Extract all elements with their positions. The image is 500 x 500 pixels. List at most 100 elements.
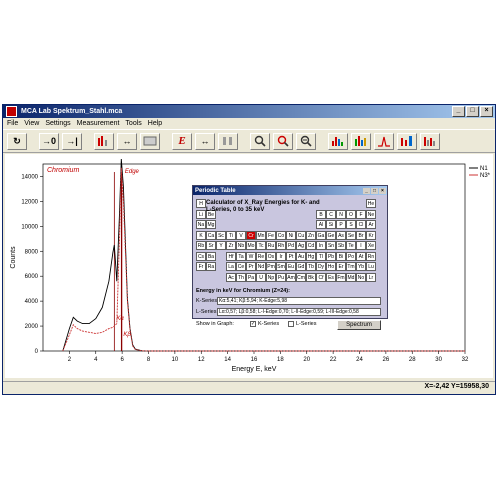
element-cf[interactable]: Cf bbox=[316, 272, 326, 282]
element-c[interactable]: C bbox=[326, 209, 336, 219]
element-sb[interactable]: Sb bbox=[336, 241, 346, 250]
k-series-checkbox[interactable]: ✓ bbox=[250, 321, 256, 327]
element-po[interactable]: Po bbox=[346, 251, 356, 261]
element-te[interactable]: Te bbox=[346, 241, 356, 250]
element-er[interactable]: Er bbox=[336, 262, 346, 271]
element-tb[interactable]: Tb bbox=[306, 262, 316, 271]
element-re[interactable]: Re bbox=[256, 251, 266, 261]
element-pu[interactable]: Pu bbox=[276, 272, 286, 282]
element-sm[interactable]: Sm bbox=[276, 262, 286, 271]
element-br[interactable]: Br bbox=[356, 230, 366, 240]
element-pr[interactable]: Pr bbox=[246, 262, 256, 271]
element-th[interactable]: Th bbox=[236, 272, 246, 282]
pt-minimize-button[interactable]: _ bbox=[363, 187, 370, 194]
element-ge[interactable]: Ge bbox=[326, 230, 336, 240]
zoom-in-icon[interactable] bbox=[273, 132, 293, 150]
element-h[interactable]: H bbox=[196, 199, 206, 208]
element-se[interactable]: Se bbox=[346, 230, 356, 240]
element-pa[interactable]: Pa bbox=[246, 272, 256, 282]
zoom-out-icon[interactable] bbox=[296, 132, 316, 150]
element-no[interactable]: No bbox=[356, 272, 366, 282]
element-f[interactable]: F bbox=[356, 209, 366, 219]
bar-chart-icon[interactable] bbox=[351, 132, 371, 150]
maximize-button[interactable]: □ bbox=[466, 106, 479, 117]
menu-file[interactable]: File bbox=[7, 120, 18, 127]
element-nb[interactable]: Nb bbox=[236, 241, 246, 250]
spectrum-stack-icon[interactable] bbox=[420, 132, 440, 150]
element-at[interactable]: At bbox=[356, 251, 366, 261]
element-ta[interactable]: Ta bbox=[236, 251, 246, 261]
element-i[interactable]: I bbox=[356, 241, 366, 250]
element-v[interactable]: V bbox=[236, 230, 246, 240]
element-si[interactable]: Si bbox=[326, 220, 336, 229]
element-yb[interactable]: Yb bbox=[356, 262, 366, 271]
menu-measurement[interactable]: Measurement bbox=[77, 120, 120, 127]
element-zr[interactable]: Zr bbox=[226, 241, 236, 250]
element-pd[interactable]: Pd bbox=[286, 241, 296, 250]
energy-button[interactable]: E bbox=[172, 132, 192, 150]
element-au[interactable]: Au bbox=[296, 251, 306, 261]
element-nd[interactable]: Nd bbox=[256, 262, 266, 271]
element-pb[interactable]: Pb bbox=[326, 251, 336, 261]
overlay-icon[interactable] bbox=[397, 132, 417, 150]
element-ho[interactable]: Ho bbox=[326, 262, 336, 271]
element-cr[interactable]: Cr bbox=[246, 230, 256, 240]
zero-button[interactable]: →0 bbox=[39, 132, 59, 150]
element-mg[interactable]: Mg bbox=[206, 220, 216, 229]
element-cm[interactable]: Cm bbox=[296, 272, 306, 282]
element-cs[interactable]: Cs bbox=[196, 251, 206, 261]
menu-view[interactable]: View bbox=[24, 120, 39, 127]
element-w[interactable]: W bbox=[246, 251, 256, 261]
element-md[interactable]: Md bbox=[346, 272, 356, 282]
element-ba[interactable]: Ba bbox=[206, 251, 216, 261]
element-cu[interactable]: Cu bbox=[296, 230, 306, 240]
element-tm[interactable]: Tm bbox=[346, 262, 356, 271]
close-button[interactable]: × bbox=[480, 106, 493, 117]
element-eu[interactable]: Eu bbox=[286, 262, 296, 271]
element-cl[interactable]: Cl bbox=[356, 220, 366, 229]
element-pt[interactable]: Pt bbox=[286, 251, 296, 261]
element-he[interactable]: He bbox=[366, 199, 376, 208]
peak-icon[interactable] bbox=[374, 132, 394, 150]
element-fm[interactable]: Fm bbox=[336, 272, 346, 282]
spectrum-button[interactable]: Spectrum bbox=[337, 320, 381, 330]
element-tl[interactable]: Tl bbox=[316, 251, 326, 261]
scale-icon[interactable] bbox=[140, 132, 160, 150]
element-zn[interactable]: Zn bbox=[306, 230, 316, 240]
swap-arrows-icon[interactable]: ↔ bbox=[117, 132, 137, 150]
channel-icon[interactable] bbox=[218, 132, 238, 150]
element-lu[interactable]: Lu bbox=[366, 262, 376, 271]
menu-help[interactable]: Help bbox=[148, 120, 162, 127]
element-na[interactable]: Na bbox=[196, 220, 206, 229]
element-ag[interactable]: Ag bbox=[296, 241, 306, 250]
l-series-checkbox[interactable] bbox=[288, 321, 294, 327]
element-os[interactable]: Os bbox=[266, 251, 276, 261]
element-pm[interactable]: Pm bbox=[266, 262, 276, 271]
element-sn[interactable]: Sn bbox=[326, 241, 336, 250]
element-hg[interactable]: Hg bbox=[306, 251, 316, 261]
element-bk[interactable]: Bk bbox=[306, 272, 316, 282]
element-rb[interactable]: Rb bbox=[196, 241, 206, 250]
menu-tools[interactable]: Tools bbox=[125, 120, 141, 127]
element-cd[interactable]: Cd bbox=[306, 241, 316, 250]
element-ca[interactable]: Ca bbox=[206, 230, 216, 240]
reset-button[interactable]: ↻ bbox=[7, 132, 27, 150]
element-li[interactable]: Li bbox=[196, 209, 206, 219]
element-in[interactable]: In bbox=[316, 241, 326, 250]
calibration-icon[interactable] bbox=[94, 132, 114, 150]
element-ne[interactable]: Ne bbox=[366, 209, 376, 219]
element-lr[interactable]: Lr bbox=[366, 272, 376, 282]
element-dy[interactable]: Dy bbox=[316, 262, 326, 271]
element-rh[interactable]: Rh bbox=[276, 241, 286, 250]
element-ni[interactable]: Ni bbox=[286, 230, 296, 240]
element-kr[interactable]: Kr bbox=[366, 230, 376, 240]
element-co[interactable]: Co bbox=[276, 230, 286, 240]
element-n[interactable]: N bbox=[336, 209, 346, 219]
element-as[interactable]: As bbox=[336, 230, 346, 240]
element-es[interactable]: Es bbox=[326, 272, 336, 282]
minimize-button[interactable]: _ bbox=[452, 106, 465, 117]
element-hf[interactable]: Hf bbox=[226, 251, 236, 261]
element-y[interactable]: Y bbox=[216, 241, 226, 250]
element-ga[interactable]: Ga bbox=[316, 230, 326, 240]
energy-swap-icon[interactable]: ↔ bbox=[195, 132, 215, 150]
